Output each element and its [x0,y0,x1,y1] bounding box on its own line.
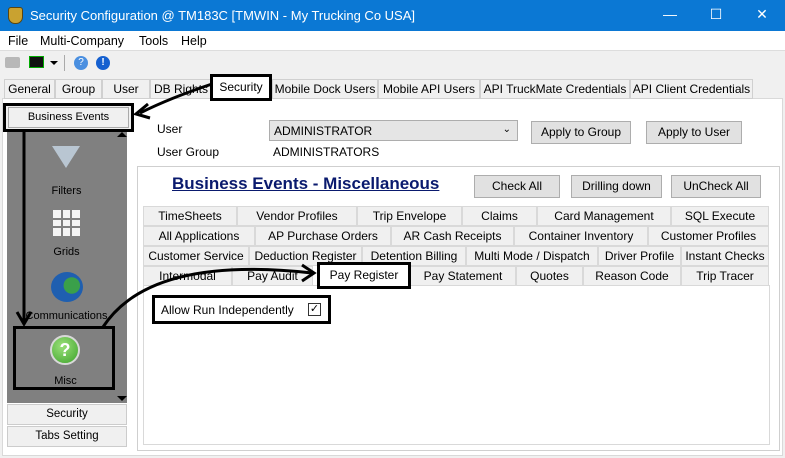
sub-tab-ar-cash-receipts[interactable]: AR Cash Receipts [391,226,514,246]
toolbar-divider [64,55,65,71]
user-select-value: ADMINISTRATOR [274,124,373,138]
app-badge-icon [8,7,23,24]
tab-user[interactable]: User [102,79,150,99]
nav-item-misc-label: Misc [54,375,77,387]
allow-run-independently-label: Allow Run Independently [161,303,294,317]
chevron-down-icon: ⌄ [502,124,511,135]
menu-tools[interactable]: Tools [139,34,168,48]
user-select[interactable]: ADMINISTRATOR ⌄ [269,120,518,141]
allow-run-independently-checkbox[interactable]: ✓ [308,303,321,316]
question-icon: ? [50,335,80,365]
nav-section-security[interactable]: Security [7,404,127,425]
grid-icon [53,210,80,236]
scroll-up-button[interactable] [117,132,127,137]
sub-tab-sql-execute[interactable]: SQL Execute [671,206,769,226]
nav-item-grids-label: Grids [53,246,80,258]
toolbar: ? ! [0,52,785,74]
tab-security[interactable]: Security [210,74,272,101]
sub-tab-reason-code[interactable]: Reason Code [583,266,681,286]
window-title: Security Configuration @ TM183C [TMWIN -… [30,8,416,23]
tab-api-truckmate-credentials[interactable]: API TruckMate Credentials [480,79,630,99]
tab-mobile-api-users[interactable]: Mobile API Users [378,79,480,99]
help-icon[interactable]: ? [74,56,88,70]
minimize-button[interactable]: — [655,6,685,22]
sub-tab-multi-mode-dispatch[interactable]: Multi Mode / Dispatch [466,246,598,266]
nav-item-grids[interactable]: Grids [7,210,127,265]
nav-item-misc[interactable]: ? Misc [13,326,115,390]
maximize-button[interactable]: ☐ [701,6,731,23]
sub-tab-trip-envelope[interactable]: Trip Envelope [357,206,462,226]
nav-item-communications-label: Communications [25,310,108,322]
monitor-icon[interactable] [29,56,44,68]
apply-to-user-button[interactable]: Apply to User [646,121,742,144]
sub-tab-customer-service[interactable]: Customer Service [143,246,249,266]
sub-tab-pay-statement[interactable]: Pay Statement [410,266,516,286]
sub-tab-intermodal[interactable]: Intermodal [143,266,232,286]
sub-tab-timesheets[interactable]: TimeSheets [143,206,237,226]
close-button[interactable]: ✕ [747,6,777,23]
menu-multi-company[interactable]: Multi-Company [40,34,124,48]
drilling-down-button[interactable]: Drilling down [571,175,662,198]
printer-icon[interactable] [5,57,20,68]
tab-general[interactable]: General [4,79,55,99]
nav-section-tabs-setting[interactable]: Tabs Setting [7,426,127,447]
sub-tab-card-management[interactable]: Card Management [537,206,671,226]
menu-bar: File Multi-Company Tools Help [0,31,785,51]
sub-tab-container-inventory[interactable]: Container Inventory [514,226,648,246]
sub-tab-pay-register[interactable]: Pay Register [317,262,411,289]
user-group-label: User Group [157,145,220,159]
allow-run-independently-option[interactable]: Allow Run Independently ✓ [152,295,331,324]
dropdown-arrow-icon[interactable] [50,61,58,65]
tab-mobile-dock-users[interactable]: Mobile Dock Users [272,79,378,99]
sub-tab-vendor-profiles[interactable]: Vendor Profiles [237,206,357,226]
sub-tab-trip-tracer[interactable]: Trip Tracer [681,266,769,286]
info-icon[interactable]: ! [96,56,110,70]
apply-to-group-button[interactable]: Apply to Group [531,121,631,144]
nav-item-communications[interactable]: Communications [7,272,127,327]
user-label: User [157,122,183,136]
business-events-button[interactable]: Business Events [3,103,134,132]
tab-db-rights[interactable]: DB Rights [150,79,212,99]
nav-item-filters[interactable]: Filters [7,142,127,202]
panel-title: Business Events - Miscellaneous [172,174,440,193]
sub-tab-pay-audit[interactable]: Pay Audit [232,266,313,286]
sub-tab-quotes[interactable]: Quotes [516,266,583,286]
tab-api-client-credentials[interactable]: API Client Credentials [630,79,753,99]
sub-tab-all-applications[interactable]: All Applications [143,226,255,246]
sub-tab-customer-profiles[interactable]: Customer Profiles [648,226,769,246]
menu-help[interactable]: Help [181,34,207,48]
sub-tab-claims[interactable]: Claims [462,206,537,226]
communications-icon [51,272,83,302]
uncheck-all-button[interactable]: UnCheck All [671,175,761,198]
check-all-button[interactable]: Check All [474,175,560,198]
scroll-down-button[interactable] [117,396,127,401]
nav-item-filters-label: Filters [51,185,82,197]
sub-tab-driver-profile[interactable]: Driver Profile [598,246,681,266]
user-group-value: ADMINISTRATORS [273,145,380,159]
sub-tab-instant-checks[interactable]: Instant Checks [681,246,769,266]
title-bar: Security Configuration @ TM183C [TMWIN -… [0,0,785,31]
menu-file[interactable]: File [8,34,28,48]
sub-tab-ap-purchase-orders[interactable]: AP Purchase Orders [255,226,391,246]
funnel-icon [52,146,80,168]
business-events-label: Business Events [8,107,129,128]
tab-group[interactable]: Group [55,79,102,99]
